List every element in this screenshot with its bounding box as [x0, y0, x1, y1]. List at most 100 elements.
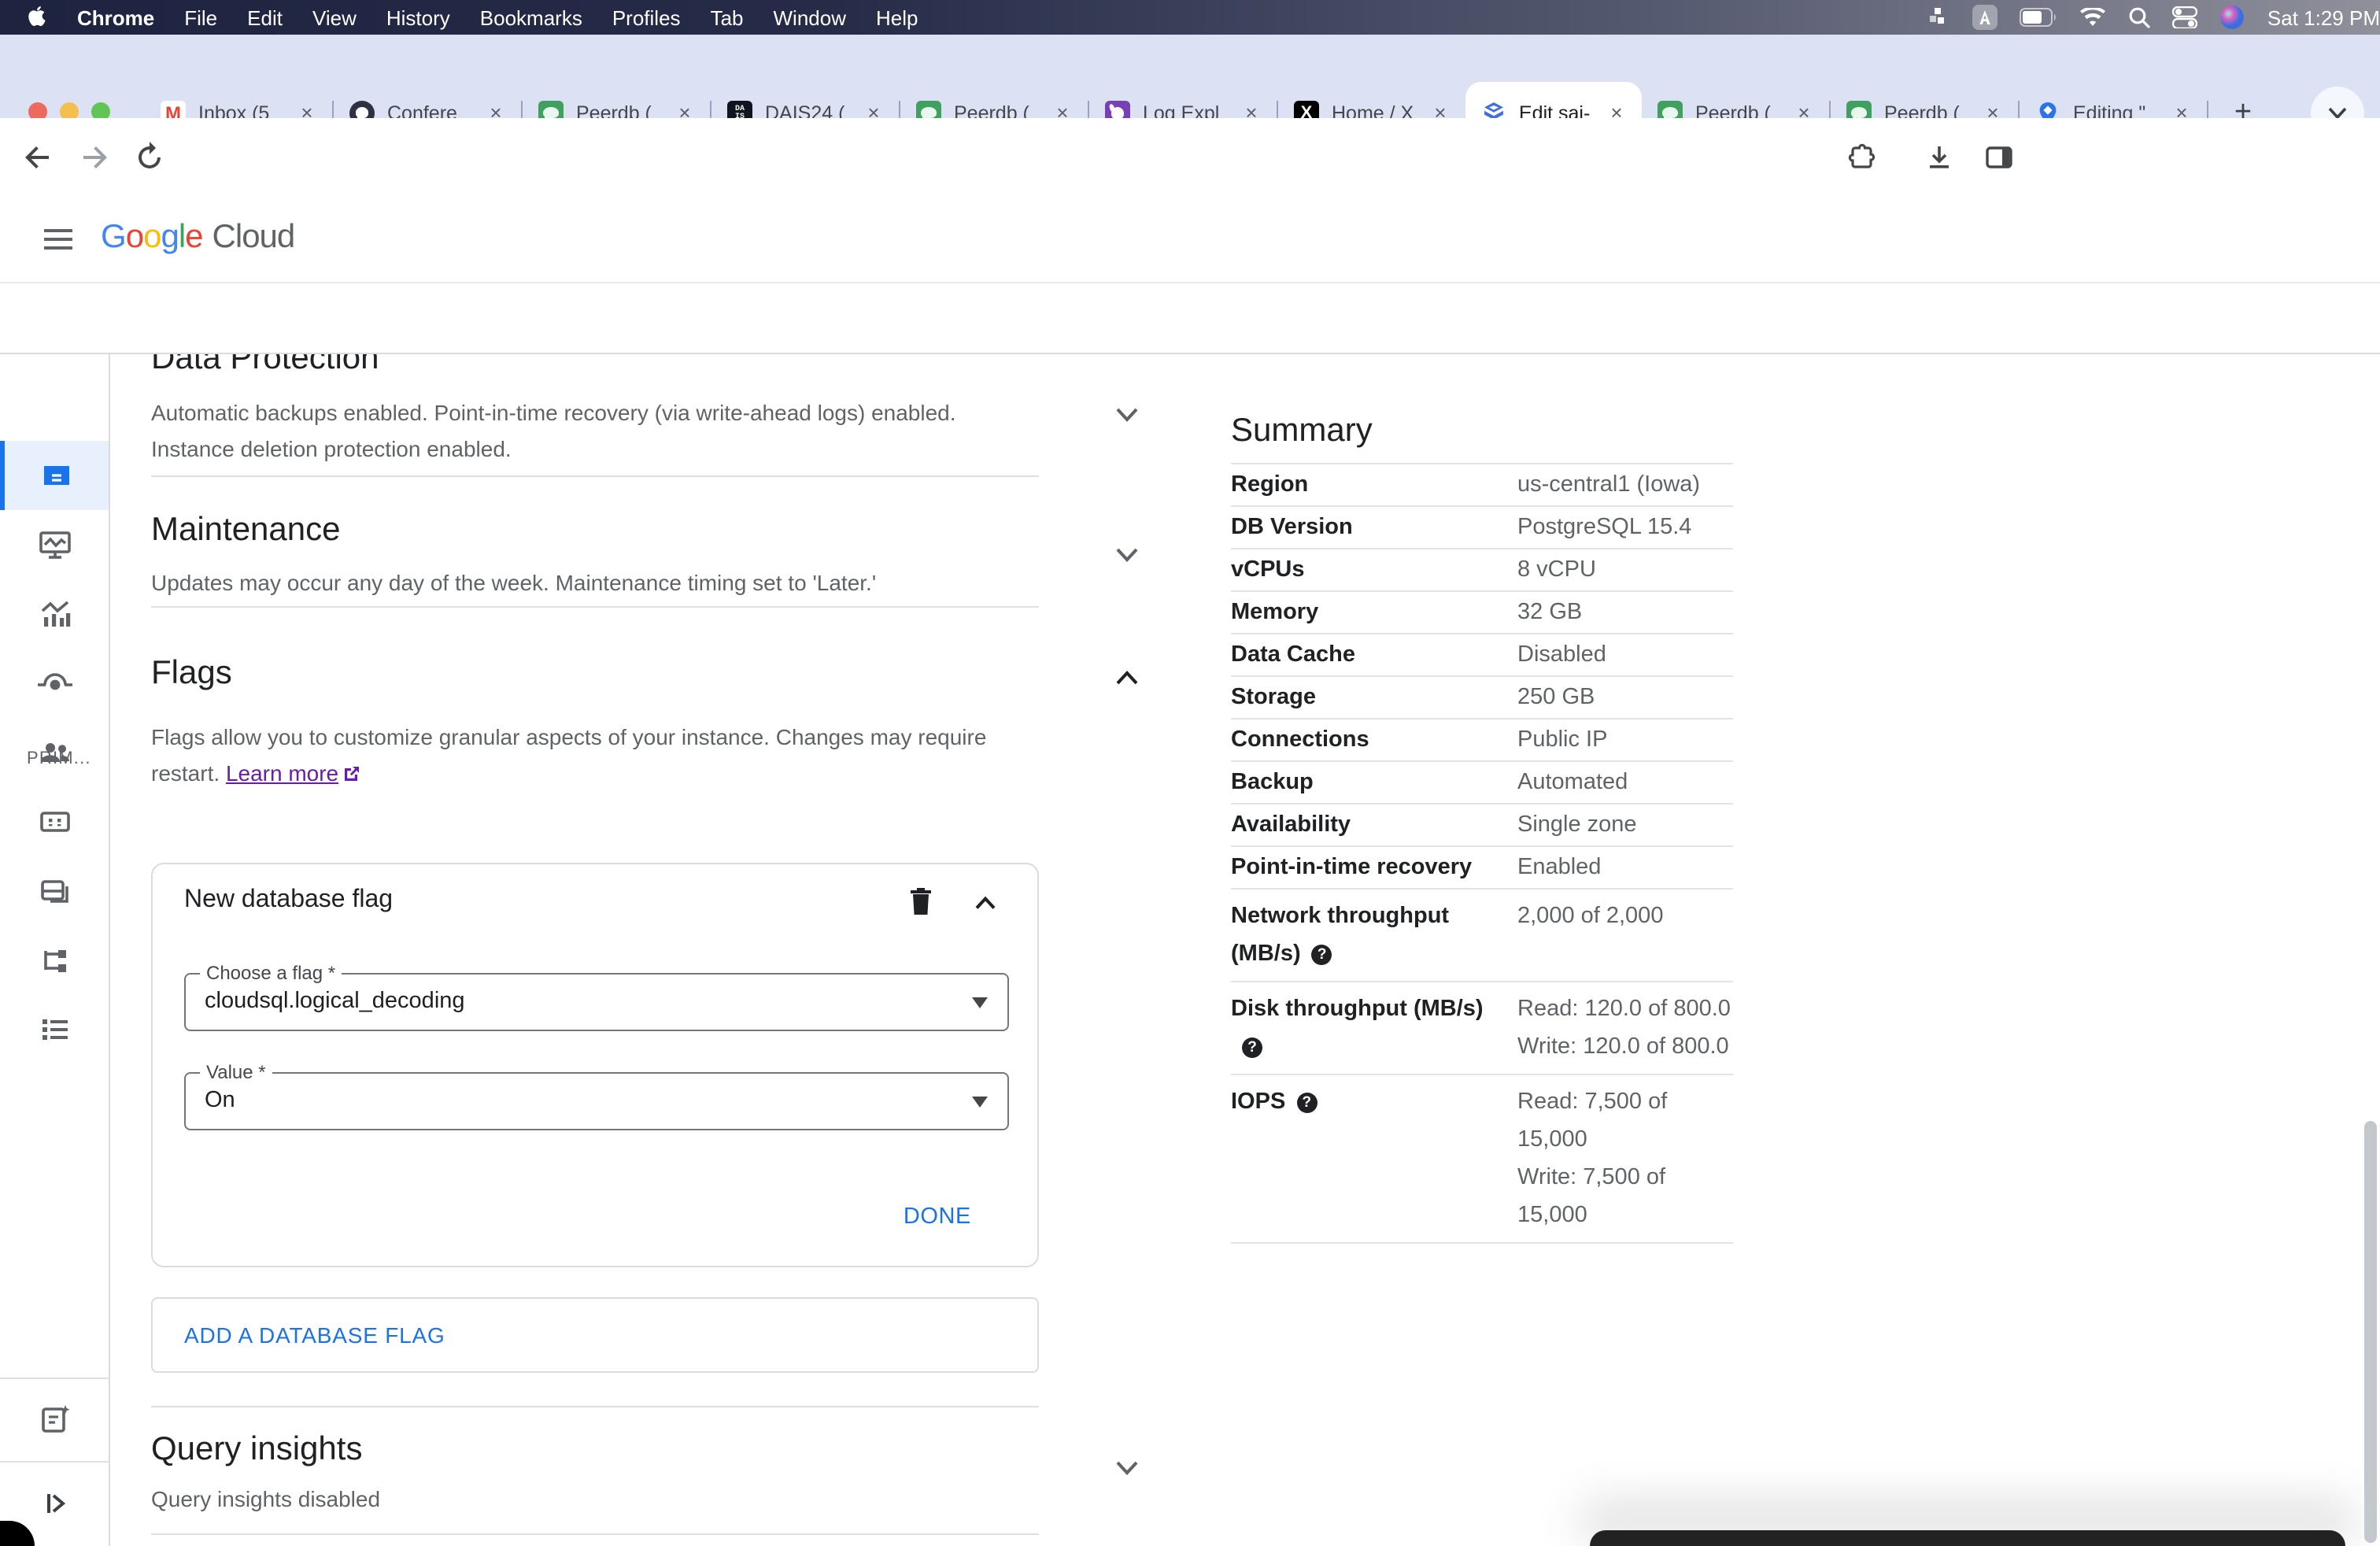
spotlight-search-icon[interactable]	[2129, 6, 2151, 28]
summary-row-storage: Storage 250 GB	[1231, 677, 1733, 719]
menubar-view[interactable]: View	[312, 6, 357, 29]
divider	[151, 1406, 1039, 1407]
apple-menu-icon[interactable]	[28, 6, 49, 29]
reload-icon[interactable]	[131, 139, 168, 176]
chrome-toolbar: console.cloud.google.com/sql/instances/s…	[0, 118, 2380, 305]
users-icon	[40, 743, 68, 762]
chart-line-bars-icon	[40, 601, 70, 627]
siri-icon[interactable]	[2220, 5, 2245, 30]
menubar-bookmarks[interactable]: Bookmarks	[480, 6, 582, 29]
expand-maintenance-icon[interactable]	[1108, 535, 1146, 573]
wifi-icon[interactable]	[2080, 7, 2107, 28]
menubar-profiles[interactable]: Profiles	[612, 6, 681, 29]
flag-value-value: On	[205, 1088, 235, 1113]
download-icon[interactable]	[1920, 139, 1958, 176]
summary-row-memory: Memory 32 GB	[1231, 592, 1733, 634]
side-panel-icon[interactable]	[1980, 139, 2018, 176]
pip-video-bar[interactable]	[1590, 1530, 2345, 1546]
stats-widget-icon[interactable]	[1929, 6, 1951, 28]
divider	[151, 1533, 1039, 1535]
main-content: Data Protection Automatic backups enable…	[110, 354, 2380, 1546]
sidebar-item-databases[interactable]	[0, 787, 109, 856]
choose-flag-select[interactable]: Choose a flag * cloudsql.logical_decodin…	[184, 962, 1009, 1031]
sidebar-item-users[interactable]	[0, 718, 109, 787]
dropdown-caret-icon	[971, 1096, 989, 1108]
sidebar-item-overview[interactable]	[0, 441, 109, 510]
data-protection-summary: Automatic backups enabled. Point-in-time…	[151, 400, 956, 460]
page-title-bar: Edit sai-peerdb-test	[0, 283, 2380, 622]
menubar-help[interactable]: Help	[876, 6, 918, 29]
overview-icon	[44, 466, 69, 485]
summary-row-network-throughput: Network throughput (MB/s) 2,000 of 2,000	[1231, 890, 1733, 982]
help-icon[interactable]	[1296, 1093, 1318, 1113]
sidebar-item-connections[interactable]	[0, 649, 109, 718]
menubar-clock[interactable]: Sat 1:29 PM	[2267, 6, 2380, 29]
delete-flag-icon[interactable]	[905, 885, 937, 919]
backups-icon	[40, 880, 68, 903]
sidebar-item-operations[interactable]	[0, 995, 109, 1064]
macos-menubar: Chrome File Edit View History Bookmarks …	[0, 0, 2380, 35]
section-title-data-protection: Data Protection	[151, 354, 379, 376]
summary-row-iops: IOPS Read: 7,500 of 15,000 Write: 7,500 …	[1231, 1075, 1733, 1244]
collapse-flag-card-icon[interactable]	[968, 886, 1003, 921]
collapse-flags-icon[interactable]	[1108, 660, 1146, 697]
dropdown-caret-icon	[971, 997, 989, 1009]
back-icon[interactable]	[19, 139, 57, 176]
expand-query-insights-icon[interactable]	[1108, 1448, 1146, 1486]
app-a-icon[interactable]	[1972, 5, 1998, 30]
choose-flag-value: cloudsql.logical_decoding	[205, 989, 465, 1014]
summary-row-region: Region us-central1 (Iowa)	[1231, 464, 1733, 507]
release-notes-icon	[41, 1405, 69, 1433]
choose-flag-label: Choose a flag *	[200, 962, 342, 984]
sidebar-item-system-insights[interactable]	[0, 510, 109, 579]
section-title-query-insights: Query insights	[151, 1431, 363, 1467]
summary-row-db-version: DB Version PostgreSQL 15.4	[1231, 507, 1733, 549]
section-title-flags: Flags	[151, 655, 232, 691]
nav-menu-icon[interactable]	[41, 222, 79, 260]
query-insights-status: Query insights disabled	[151, 1486, 381, 1511]
gcp-header: Google Cloud test Search (/) for resourc…	[0, 197, 2380, 469]
new-flag-card: New database flag Choose a flag * clouds…	[151, 863, 1039, 1267]
menubar-tab[interactable]: Tab	[711, 6, 744, 29]
sidebar-item-query-insights[interactable]	[0, 579, 109, 649]
divider	[151, 606, 1039, 608]
summary-row-pitr: Point-in-time recovery Enabled	[1231, 847, 1733, 890]
sidebar-item-release-notes[interactable]	[0, 1385, 109, 1455]
vertical-scrollbar[interactable]	[2364, 1121, 2377, 1543]
extensions-icon[interactable]	[1842, 139, 1879, 176]
control-center-icon[interactable]	[2172, 6, 2198, 28]
section-title-maintenance: Maintenance	[151, 512, 341, 548]
chrome-tabstrip: M Inbox (5 Confere Peerdb ( DAIS DAIS24 …	[0, 35, 2380, 145]
help-icon[interactable]	[1311, 945, 1332, 965]
list-icon	[42, 1019, 67, 1040]
tree-icon	[43, 950, 65, 972]
forward-icon[interactable]	[76, 139, 113, 176]
summary-row-data-cache: Data Cache Disabled	[1231, 634, 1733, 677]
learn-more-link[interactable]: Learn more	[226, 760, 338, 785]
sidebar-item-replicas[interactable]	[0, 926, 109, 995]
menubar-window[interactable]: Window	[774, 6, 847, 29]
help-icon[interactable]	[1242, 1037, 1262, 1058]
summary-row-disk-throughput: Disk throughput (MB/s) Read: 120.0 of 80…	[1231, 982, 1733, 1075]
battery-icon[interactable]	[2020, 8, 2058, 27]
external-link-icon	[343, 764, 360, 782]
add-database-flag-button[interactable]: ADD A DATABASE FLAG	[151, 1297, 1039, 1373]
menubar-app-name[interactable]: Chrome	[77, 6, 154, 29]
summary-row-vcpus: vCPUs 8 vCPU	[1231, 549, 1733, 592]
done-button[interactable]: DONE	[904, 1204, 971, 1230]
screen: Chrome File Edit View History Bookmarks …	[0, 0, 2380, 1546]
menubar-file[interactable]: File	[184, 6, 217, 29]
menubar-history[interactable]: History	[386, 6, 450, 29]
menubar-edit[interactable]: Edit	[247, 6, 283, 29]
summary-row-backup: Backup Automated	[1231, 762, 1733, 804]
flag-value-select[interactable]: Value * On	[184, 1061, 1009, 1130]
google-cloud-logo[interactable]: Google Cloud	[101, 219, 295, 257]
flags-description: Flags allow you to customize granular as…	[151, 724, 987, 785]
summary-table: Region us-central1 (Iowa) DB Version Pos…	[1231, 463, 1733, 1244]
divider	[151, 475, 1039, 477]
expand-data-protection-icon[interactable]	[1108, 395, 1146, 433]
sidebar-item-backups[interactable]	[0, 856, 109, 926]
connections-icon	[37, 673, 72, 690]
monitor-chart-icon	[39, 531, 70, 559]
databases-icon	[39, 812, 69, 832]
